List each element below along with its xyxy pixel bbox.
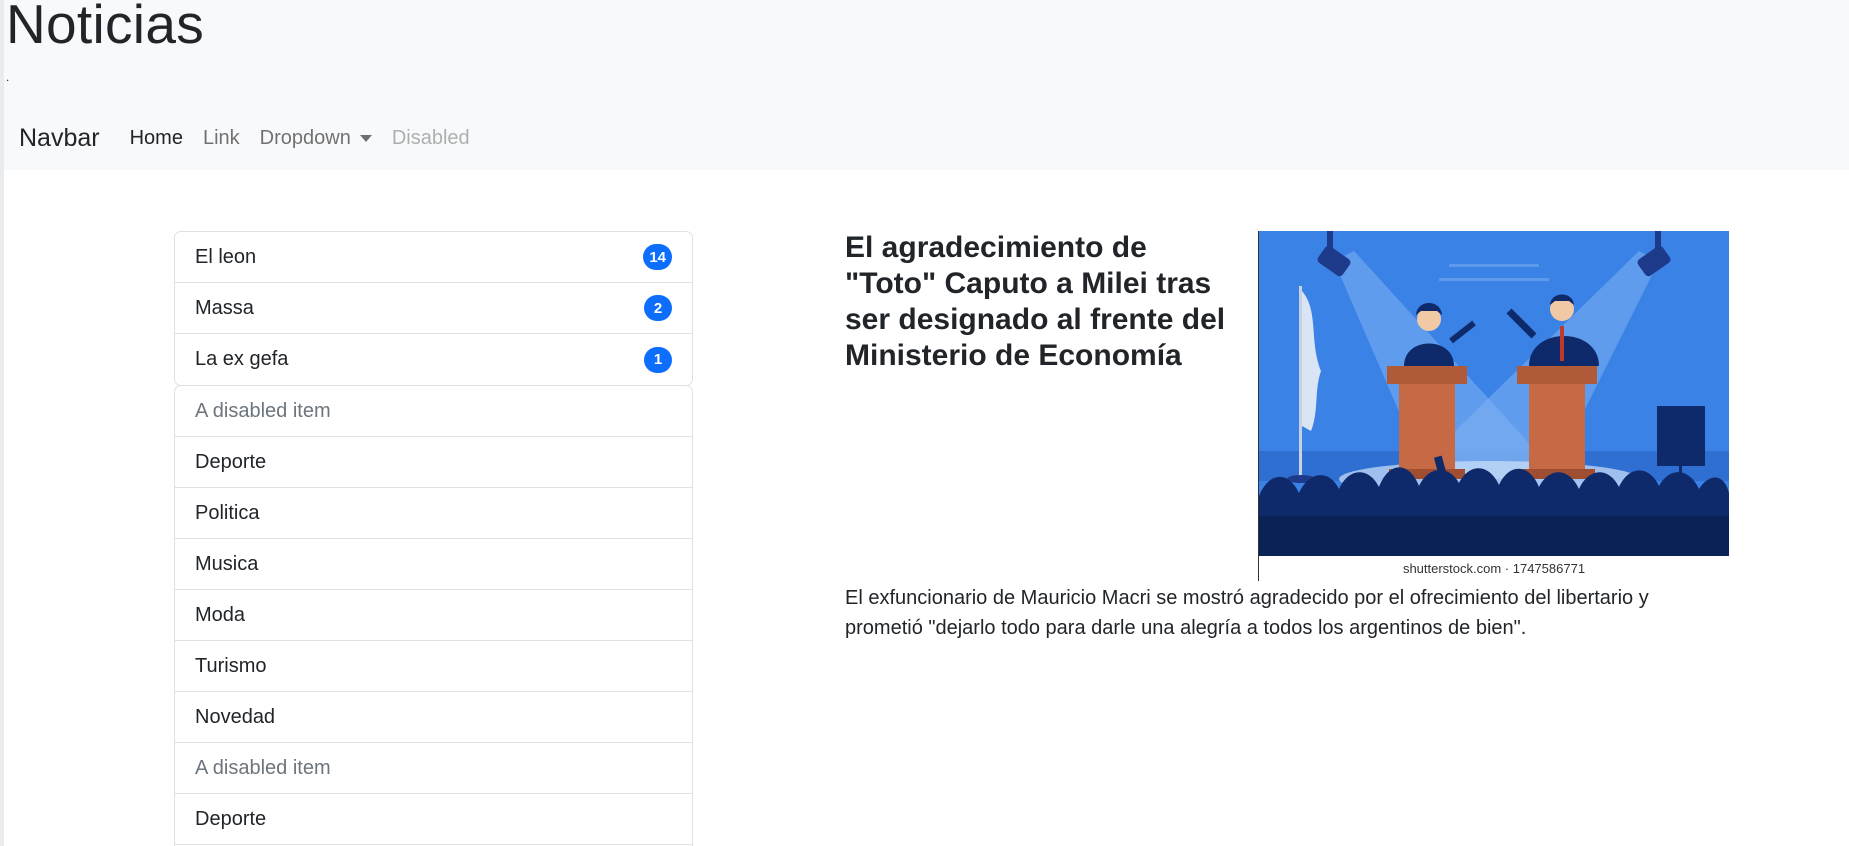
nav-link-link-label: Link: [202, 126, 240, 149]
count-badge: 1: [644, 346, 672, 373]
list-item[interactable]: Musica: [175, 539, 692, 590]
nav-link-link[interactable]: Link: [203, 127, 240, 150]
nav-link-home[interactable]: Home: [130, 127, 183, 150]
debate-illustration: [1259, 231, 1729, 556]
list-item[interactable]: Massa 2: [175, 283, 692, 334]
badge-list: El leon 14 Massa 2 La ex gefa 1: [174, 231, 693, 386]
list-item[interactable]: Deporte: [175, 794, 692, 845]
count-badge: 14: [643, 244, 672, 270]
list-item[interactable]: Novedad: [175, 692, 692, 743]
page: Noticias . Navbar Home Link Dropdown Dis…: [0, 0, 1849, 846]
list-item-label: Massa: [195, 296, 254, 319]
image-credit: shutterstock.com · 1747586771: [1402, 561, 1586, 576]
nav-dropdown-label: Dropdown: [259, 126, 351, 149]
count-badge: 2: [644, 295, 672, 321]
list-item[interactable]: Moda: [175, 590, 692, 641]
navbar: Navbar Home Link Dropdown Disabled: [19, 118, 490, 158]
nav-dropdown-toggle[interactable]: Dropdown: [260, 127, 372, 150]
list-item-label: La ex gefa: [195, 348, 289, 370]
caret-down-icon: [359, 134, 372, 142]
list-item-disabled: A disabled item: [175, 743, 692, 794]
site-title: Noticias: [6, 0, 205, 55]
page-header: Noticias . Navbar Home Link Dropdown Dis…: [4, 0, 1849, 170]
list-item[interactable]: Turismo: [175, 641, 692, 692]
article-body: El exfuncionario de Mauricio Macri se mo…: [845, 587, 1649, 639]
list-item[interactable]: La ex gefa 1: [175, 334, 692, 385]
list-item-disabled: A disabled item: [175, 386, 692, 437]
list-item[interactable]: Deporte: [175, 437, 692, 488]
list-item[interactable]: El leon 14: [175, 232, 692, 283]
list-item[interactable]: Politica: [175, 488, 692, 539]
list-item-label: El leon: [195, 245, 257, 268]
article-title: El agradecimiento de "Toto" Caputo a Mil…: [845, 231, 1226, 372]
nav-link-disabled: Disabled: [392, 127, 470, 150]
nav-link-disabled-label: Disabled: [391, 126, 470, 149]
category-list: A disabled item Deporte Politica Musica …: [174, 385, 693, 846]
navbar-brand[interactable]: Navbar: [19, 124, 100, 153]
nav-link-home-label: Home: [129, 126, 183, 149]
article-image: shutterstock.com · 1747586771: [1258, 231, 1729, 581]
header-subtext: .: [6, 70, 10, 84]
